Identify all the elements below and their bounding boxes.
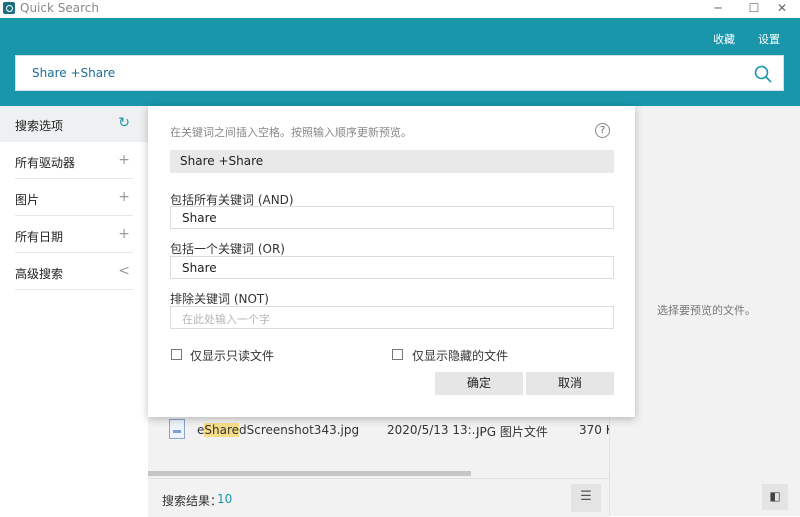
file-type: JPG 图片文件: [476, 425, 548, 439]
search-input-value: Share +Share: [32, 66, 116, 80]
jpg-file-icon: [169, 419, 185, 439]
divider: [15, 215, 133, 216]
minimize-button[interactable]: ─: [700, 0, 736, 18]
not-keywords-field[interactable]: 在此处输入一个字: [170, 306, 614, 329]
preview-placeholder: 选择要预览的文件。: [657, 304, 756, 317]
sidebar-item-label: 高级搜索: [15, 267, 64, 281]
plus-icon[interactable]: +: [118, 152, 130, 168]
query-preview-text: Share +Share: [180, 154, 264, 168]
query-preview: Share +Share: [170, 150, 614, 173]
file-name: eSharedScreenshot343.jpg: [197, 423, 360, 437]
or-keywords-field[interactable]: Share: [170, 256, 614, 279]
header: 收藏 设置 Share +Share: [0, 18, 800, 106]
or-keywords-label: 包括一个关键词 (OR): [170, 242, 285, 256]
help-icon[interactable]: ?: [595, 123, 610, 138]
readonly-checkbox-label: 仅显示只读文件: [190, 349, 275, 363]
not-keywords-label: 排除关键词 (NOT): [170, 292, 269, 306]
chevron-left-icon[interactable]: <: [118, 263, 130, 279]
and-keywords-value: Share: [182, 211, 217, 225]
settings-link[interactable]: 设置: [758, 31, 780, 47]
refresh-icon[interactable]: ↻: [118, 115, 130, 131]
divider: [15, 289, 133, 290]
list-view-button[interactable]: ☰: [571, 484, 601, 512]
preview-pane: 选择要预览的文件。 ◧: [609, 106, 800, 516]
file-date: 2020/5/13 13:...: [387, 423, 484, 437]
sidebar-item-label: 搜索选项: [15, 119, 64, 133]
divider: [15, 178, 133, 179]
sidebar-item-pictures[interactable]: 图片 +: [0, 180, 148, 216]
search-options-panel: 在关键词之间插入空格。按照输入顺序更新预览。 ? Share +Share 包括…: [148, 106, 635, 417]
result-count-label: 搜索结果：: [162, 494, 223, 508]
favorites-link[interactable]: 收藏: [713, 31, 735, 47]
plus-icon[interactable]: +: [118, 226, 130, 242]
sidebar-item-all-dates[interactable]: 所有日期 +: [0, 217, 148, 253]
not-keywords-placeholder: 在此处输入一个字: [182, 313, 270, 326]
sidebar-item-label: 所有驱动器: [15, 156, 76, 170]
hint-text: 在关键词之间插入空格。按照输入顺序更新预览。: [170, 126, 412, 139]
close-button[interactable]: ✕: [764, 0, 800, 18]
hidden-checkbox-label: 仅显示隐藏的文件: [412, 349, 509, 363]
ok-button[interactable]: 确定: [435, 372, 523, 395]
plus-icon[interactable]: +: [118, 189, 130, 205]
sidebar-item-search-options[interactable]: 搜索选项 ↻: [0, 106, 148, 142]
sidebar-item-advanced-search[interactable]: 高级搜索 <: [0, 254, 148, 290]
sidebar-item-label: 图片: [15, 193, 40, 207]
search-icon[interactable]: [753, 64, 773, 84]
preview-toggle-button[interactable]: ◧: [762, 484, 788, 510]
sidebar: 搜索选项 ↻ 所有驱动器 + 图片 + 所有日期 + 高级搜索 <: [0, 106, 149, 516]
or-keywords-value: Share: [182, 261, 217, 275]
sidebar-item-all-drives[interactable]: 所有驱动器 +: [0, 143, 148, 179]
cancel-button[interactable]: 取消: [526, 372, 614, 395]
window-title: Quick Search: [20, 1, 99, 15]
status-bar: 搜索结果： 10 ☰: [148, 478, 609, 517]
horizontal-scrollbar[interactable]: [148, 471, 471, 476]
table-row[interactable]: eSharedScreenshot343.jpg 2020/5/13 13:..…: [148, 416, 617, 442]
result-count: 10: [217, 492, 233, 506]
search-input[interactable]: Share +Share: [15, 55, 784, 91]
and-keywords-field[interactable]: Share: [170, 206, 614, 229]
readonly-checkbox[interactable]: [171, 349, 182, 360]
hidden-checkbox[interactable]: [392, 349, 403, 360]
app-logo-icon: [3, 2, 15, 14]
title-bar: Quick Search ─ ☐ ✕: [0, 0, 800, 18]
keyword-highlight: Share: [204, 423, 240, 437]
sidebar-item-label: 所有日期: [15, 230, 64, 244]
divider: [15, 252, 133, 253]
